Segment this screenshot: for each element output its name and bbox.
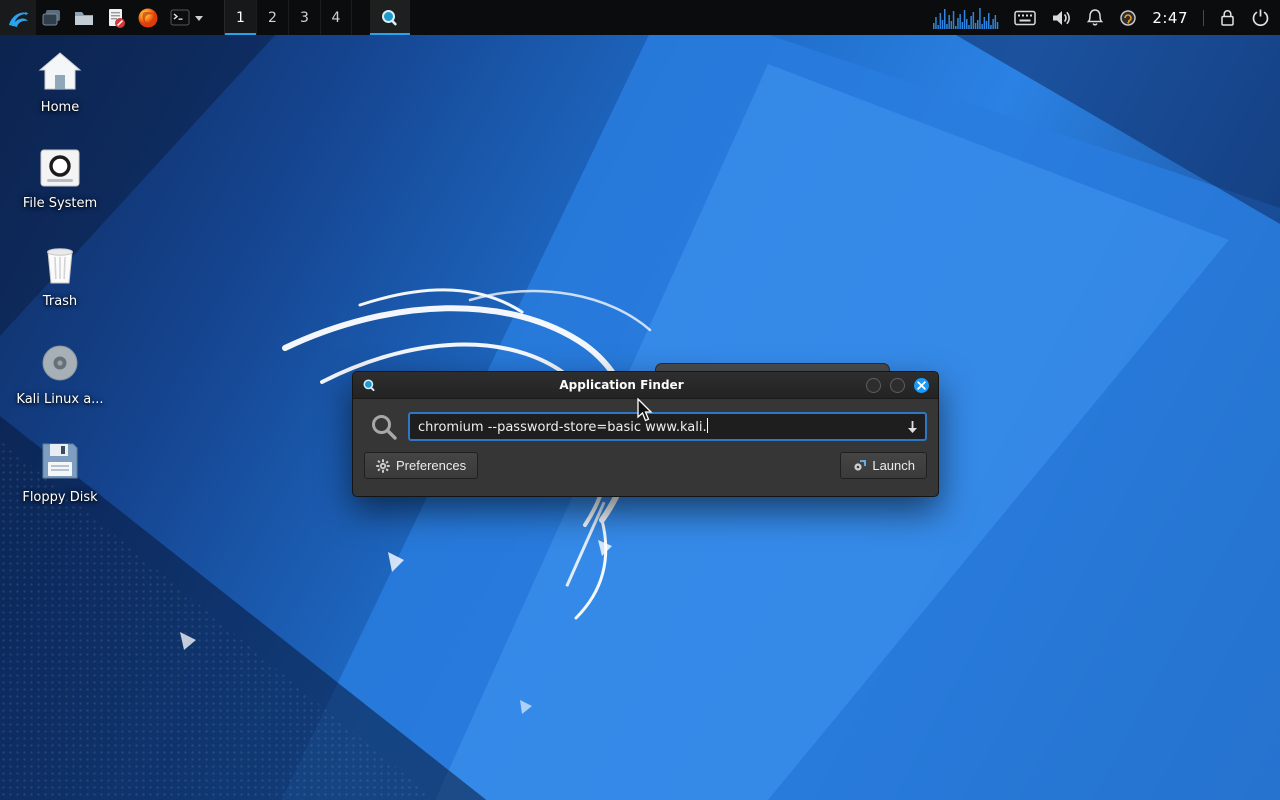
window-controls bbox=[866, 378, 929, 393]
minimize-button[interactable] bbox=[866, 378, 881, 393]
launcher-window-buttons[interactable] bbox=[36, 0, 68, 35]
home-icon bbox=[37, 50, 83, 92]
lock-screen-icon[interactable] bbox=[1219, 8, 1236, 27]
window-title: Application Finder bbox=[377, 378, 866, 392]
application-finder-icon bbox=[362, 378, 377, 393]
windows-icon bbox=[41, 7, 63, 29]
kali-logo-icon bbox=[6, 6, 30, 30]
desktop-icon-label: Floppy Disk bbox=[22, 490, 97, 505]
search-input-value: chromium --password-store=basic www.kali… bbox=[418, 418, 900, 435]
launcher-text-editor[interactable] bbox=[100, 0, 132, 35]
close-button[interactable] bbox=[914, 378, 929, 393]
panel-clock[interactable]: 2:47 bbox=[1152, 9, 1188, 27]
desktop: 1 2 3 4 bbox=[0, 0, 1280, 800]
panel-separator bbox=[1203, 10, 1204, 26]
launcher-terminal[interactable] bbox=[164, 0, 208, 35]
file-system-drive-icon bbox=[38, 148, 82, 188]
application-finder-window: Application Finder chromium --password-s… bbox=[352, 371, 939, 497]
launch-button[interactable]: Launch bbox=[840, 452, 927, 479]
text-caret bbox=[707, 418, 708, 433]
disc-volume-icon bbox=[39, 342, 81, 384]
desktop-icon-label: File System bbox=[23, 196, 97, 211]
launcher-file-manager[interactable] bbox=[68, 0, 100, 35]
launch-icon bbox=[852, 459, 866, 473]
workspace-4[interactable]: 4 bbox=[320, 0, 352, 35]
workspace-3[interactable]: 3 bbox=[288, 0, 320, 35]
preferences-label: Preferences bbox=[396, 458, 466, 473]
workspace-2[interactable]: 2 bbox=[256, 0, 288, 35]
floppy-disk-icon bbox=[39, 440, 81, 482]
taskbar-item-application-finder[interactable] bbox=[370, 0, 410, 35]
search-input[interactable]: chromium --password-store=basic www.kali… bbox=[408, 412, 927, 441]
workspace-switcher: 1 2 3 4 bbox=[224, 0, 352, 35]
volume-icon[interactable] bbox=[1051, 9, 1071, 27]
logout-power-icon[interactable] bbox=[1251, 8, 1270, 27]
folder-icon bbox=[73, 7, 95, 29]
kali-menu-button[interactable] bbox=[0, 0, 36, 35]
preferences-button[interactable]: Preferences bbox=[364, 452, 478, 479]
close-icon bbox=[917, 381, 926, 390]
desktop-icon-label: Kali Linux a... bbox=[16, 392, 103, 407]
gear-icon bbox=[376, 459, 390, 473]
desktop-icon-list: Home File System Trash bbox=[8, 50, 112, 538]
firefox-icon bbox=[137, 7, 159, 29]
desktop-icon-trash[interactable]: Trash bbox=[8, 244, 112, 309]
search-icon bbox=[370, 413, 398, 441]
finder-actions: Preferences Launch bbox=[353, 448, 938, 491]
system-tray: 2:47 bbox=[933, 0, 1280, 35]
desktop-icon-label: Trash bbox=[43, 294, 77, 309]
chevron-down-icon bbox=[194, 14, 204, 22]
desktop-icon-floppy[interactable]: Floppy Disk bbox=[8, 440, 112, 505]
text-editor-icon bbox=[105, 7, 127, 29]
desktop-icon-file-system[interactable]: File System bbox=[8, 148, 112, 211]
desktop-icon-label: Home bbox=[41, 100, 79, 115]
system-monitor-graph[interactable] bbox=[933, 7, 999, 29]
terminal-icon bbox=[169, 7, 191, 29]
workspace-1[interactable]: 1 bbox=[224, 0, 256, 35]
top-panel: 1 2 3 4 bbox=[0, 0, 1280, 35]
finder-titlebar[interactable]: Application Finder bbox=[353, 372, 938, 399]
maximize-button[interactable] bbox=[890, 378, 905, 393]
finder-body: chromium --password-store=basic www.kali… bbox=[353, 399, 938, 448]
notifications-bell-icon[interactable] bbox=[1086, 8, 1104, 27]
keyboard-icon[interactable] bbox=[1014, 10, 1036, 26]
trash-icon bbox=[40, 244, 80, 286]
launch-label: Launch bbox=[872, 458, 915, 473]
tray-status-icon[interactable] bbox=[1119, 9, 1137, 27]
desktop-icon-home[interactable]: Home bbox=[8, 50, 112, 115]
dropdown-arrow-icon[interactable] bbox=[906, 420, 919, 434]
launcher-firefox[interactable] bbox=[132, 0, 164, 35]
panel-spacer bbox=[410, 0, 933, 35]
application-finder-icon bbox=[380, 8, 400, 28]
desktop-icon-kali-volume[interactable]: Kali Linux a... bbox=[8, 342, 112, 407]
